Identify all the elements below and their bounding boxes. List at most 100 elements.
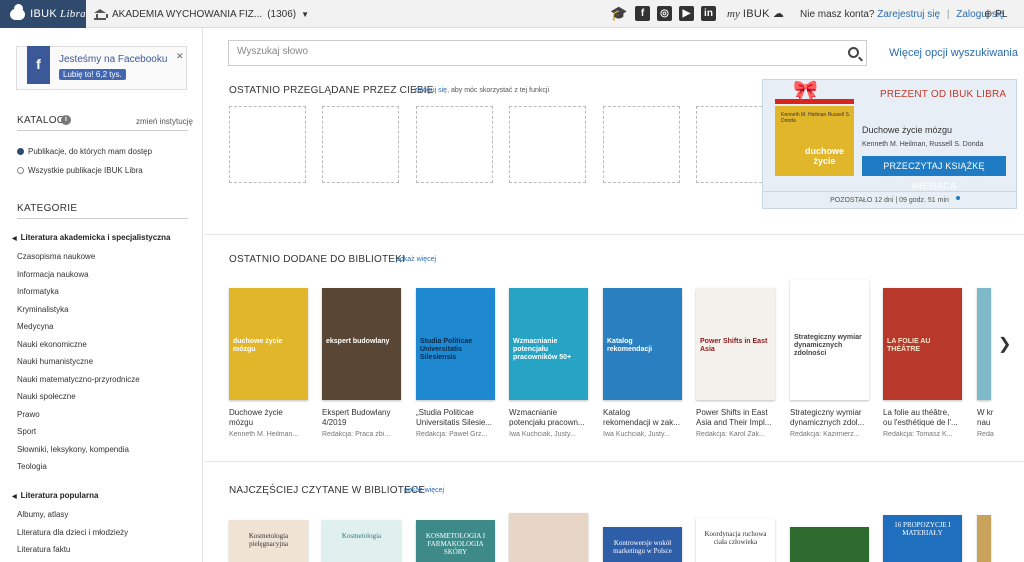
instagram-icon[interactable]: ◎	[657, 6, 672, 21]
book-cover[interactable]: Kontrowersje wokół marketingu w Polsce	[603, 527, 682, 562]
book-cover[interactable]: Strategiczny wymiar dynamicznych zdolnoś…	[790, 280, 869, 400]
ibuk-logo[interactable]: IBUK Libra	[0, 0, 86, 28]
book-cover[interactable]: KOSMETOLOGIA I FARMAKOLOGIA SKÓRY	[416, 520, 495, 562]
book-cover[interactable]: 16 PROPOZYCJE I MATERIAŁY	[883, 515, 962, 562]
category-item[interactable]: Sport	[17, 427, 36, 436]
myibuk-link[interactable]: my IBUK ☁	[727, 7, 784, 20]
book-title[interactable]: Katalog	[603, 408, 688, 418]
category-item[interactable]: Informacja naukowa	[17, 270, 89, 279]
recent-login-link[interactable]: zaloguj się	[414, 87, 447, 94]
category-group-popular[interactable]: ◀ Literatura popularna	[12, 491, 98, 500]
cover-text: 16 PROPOZYCJE I MATERIAŁY	[894, 521, 951, 537]
category-item[interactable]: Literatura dla dzieci i młodzieży	[17, 528, 128, 537]
book-authors: Reda	[977, 431, 994, 438]
book-cover[interactable]: Katalog rekomendacji	[603, 288, 682, 400]
category-group-label: Literatura akademicka i specjalistyczna	[20, 233, 171, 242]
language-selector[interactable]: ⊕ PL	[984, 9, 1007, 20]
category-item[interactable]: Nauki społeczne	[17, 392, 76, 401]
facebook-logo-icon[interactable]: f	[27, 46, 50, 84]
facebook-like-button[interactable]: Lubię to! 6,2 tys.	[59, 69, 126, 80]
book-cover[interactable]	[977, 288, 991, 400]
advanced-search-link[interactable]: Więcej opcji wyszukiwania	[889, 47, 1018, 59]
linkedin-icon[interactable]: in	[701, 6, 716, 21]
book-title-line2[interactable]: rekomendacji w zak...	[603, 418, 688, 428]
book-title-line2[interactable]: ou l'esthétique de l'...	[883, 418, 968, 428]
book-cover[interactable]: LA FOLIE AU THÉÂTRE	[883, 288, 962, 400]
youtube-icon[interactable]: ▶	[679, 6, 694, 21]
change-institution-link[interactable]: zmień instytucję	[136, 117, 193, 126]
category-item[interactable]: Nauki humanistyczne	[17, 357, 93, 366]
search-icon[interactable]	[848, 47, 859, 58]
recent-slot	[696, 106, 762, 183]
institution-selector[interactable]: AKADEMIA WYCHOWANIA FIZ... (1306) ▼	[94, 0, 309, 28]
book-title-line2[interactable]: Universitatis Silesie...	[416, 418, 501, 428]
facebook-icon[interactable]: f	[635, 6, 650, 21]
cover-text: ekspert budowlany	[326, 338, 390, 346]
category-item[interactable]: Prawo	[17, 410, 40, 419]
book-cover[interactable]: Koordynacja ruchowa ciała człowieka	[696, 518, 775, 562]
globe-icon: ⊕	[984, 9, 993, 20]
institution-name: AKADEMIA WYCHOWANIA FIZ...	[112, 8, 263, 20]
book-title[interactable]: Ekspert Budowlany	[322, 408, 407, 418]
cover-text: KOSMETOLOGIA I FARMAKOLOGIA SKÓRY	[425, 532, 486, 556]
book-title-line2[interactable]: potencjału pracown...	[509, 418, 594, 428]
radio-all-publications[interactable]: Wszystkie publikacje IBUK Libra	[17, 166, 143, 175]
category-item[interactable]: Słowniki, leksykony, kompendia	[17, 445, 129, 454]
category-item[interactable]: Kryminalistyka	[17, 305, 69, 314]
book-title-line2[interactable]: nau	[977, 418, 997, 428]
gift-book-title[interactable]: Duchowe życie mózgu	[862, 125, 952, 135]
book-cover[interactable]: Kosmetologia	[322, 520, 401, 562]
book-title[interactable]: Power Shifts in East	[696, 408, 781, 418]
book-title-line2[interactable]: 4/2019	[322, 418, 407, 428]
book-cover[interactable]: Power Shifts in East Asia	[696, 288, 775, 400]
recent-section-note: zaloguj się, aby móc skorzystać z tej fu…	[414, 87, 549, 94]
book-title[interactable]: W kr	[977, 408, 997, 418]
category-item[interactable]: Informatyka	[17, 287, 59, 296]
popular-show-more-link[interactable]: pokaż więcej	[404, 487, 444, 494]
category-item[interactable]: Nauki ekonomiczne	[17, 340, 87, 349]
book-cover[interactable]: Wzmacnianie potencjału pracowników 50+	[509, 288, 588, 400]
radio-accessible-publications[interactable]: Publikacje, do których mam dostęp	[17, 147, 152, 156]
book-title-line2[interactable]: Asia and Their Impl...	[696, 418, 781, 428]
book-title-line2[interactable]: mózgu	[229, 418, 314, 428]
category-item[interactable]: Czasopisma naukowe	[17, 252, 95, 261]
category-item[interactable]: Nauki matematyczno-przyrodnicze	[17, 375, 140, 384]
book-title[interactable]: „Studia Politicae	[416, 408, 501, 418]
search-input[interactable]	[237, 46, 817, 57]
category-item[interactable]: Albumy, atlasy	[17, 510, 68, 519]
category-item[interactable]: Literatura faktu	[17, 545, 70, 554]
book-title[interactable]: Strategiczny wymiar	[790, 408, 875, 418]
categories-heading: KATEGORIE	[17, 203, 78, 214]
close-icon[interactable]: ✕	[176, 51, 184, 62]
gift-book-cover[interactable]: Kenneth M. Heilman Russell S. Donda duch…	[775, 106, 854, 176]
caret-down-icon: ▼	[301, 9, 310, 19]
cover-text: Kosmetologia pielęgnacyjna	[248, 532, 289, 548]
info-icon[interactable]: i	[61, 115, 71, 125]
book-title-line2[interactable]: dynamicznych zdol...	[790, 418, 875, 428]
book-cover[interactable]: ekspert budowlany	[322, 288, 401, 400]
added-show-more-link[interactable]: pokaż więcej	[396, 256, 436, 263]
read-book-of-month-button[interactable]: PRZECZYTAJ KSIĄŻKĘ MIESIĄCA	[862, 156, 1006, 191]
recent-section-title: OSTATNIO PRZEGLĄDANE PRZEZ CIEBIE	[229, 85, 434, 96]
cover-text: Power Shifts in East Asia	[700, 338, 768, 354]
category-group-academic[interactable]: ◀ Literatura akademicka i specjalistyczna	[12, 233, 170, 242]
register-link[interactable]: Zarejestruj się	[877, 9, 940, 20]
book-title[interactable]: Duchowe życie	[229, 408, 314, 418]
book-title[interactable]: La folie au théâtre,	[883, 408, 968, 418]
graduation-cap-icon[interactable]: 🎓	[610, 6, 628, 21]
book-cover[interactable]: Kosmetologia pielęgnacyjna	[229, 520, 308, 562]
book-authors: Iwa Kuchciak, Justy...	[509, 431, 576, 438]
book-cover[interactable]	[790, 527, 869, 562]
book-cover[interactable]: Studia Politicae Universitatis Silesiens…	[416, 288, 495, 400]
account-links: Nie masz konta? Zarejestruj się | Zalogu…	[800, 9, 1005, 20]
category-item[interactable]: Medycyna	[17, 322, 53, 331]
facebook-title[interactable]: Jesteśmy na Facebooku	[59, 54, 167, 65]
category-item[interactable]: Teologia	[17, 462, 47, 471]
chevron-right-icon[interactable]: ❯	[998, 334, 1011, 354]
book-cover[interactable]: duchowe życie mózgu	[229, 288, 308, 400]
book-cover[interactable]	[509, 513, 588, 562]
search-box	[228, 40, 867, 66]
book-title[interactable]: Wzmacnianie	[509, 408, 594, 418]
book-cover[interactable]	[977, 515, 991, 562]
gift-countdown: POZOSTAŁO 12 dni | 09 godz. 51 min	[763, 191, 1016, 204]
